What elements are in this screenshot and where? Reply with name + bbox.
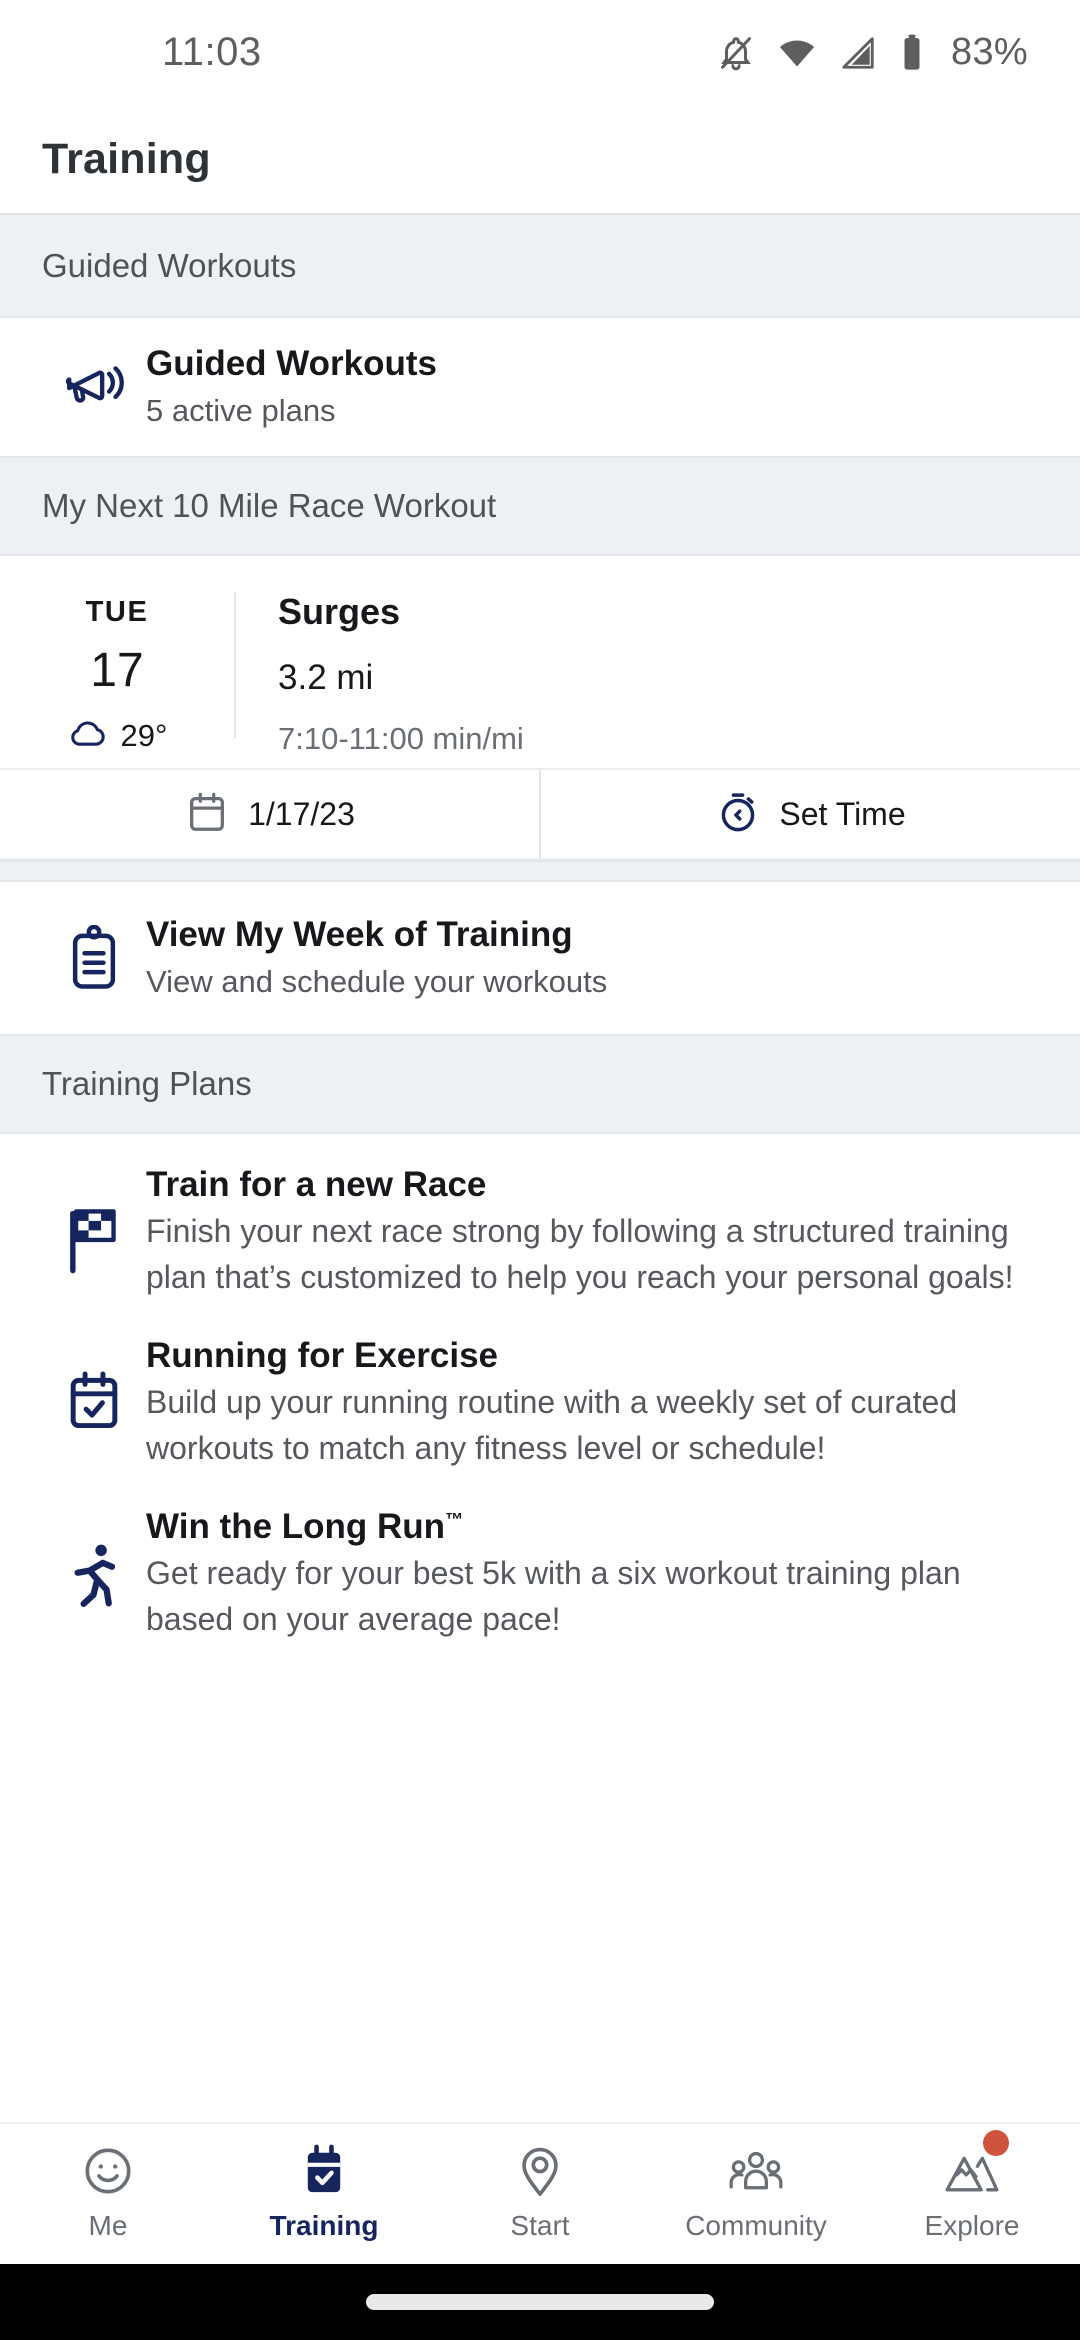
workout-date-column: TUE 17 29° [0,592,236,753]
smiley-face-icon [81,2146,135,2198]
section-header-guided-workouts: Guided Workouts [0,213,1080,318]
calendar-icon [184,789,230,840]
workout-pace-range: 7:10-11:00 min/mi [278,721,524,756]
workout-name: Surges [278,591,401,632]
view-week-subtitle: View and schedule your workouts [146,964,608,1000]
workout-day-number: 17 [90,644,144,697]
set-time-button[interactable]: Set Time [541,770,1080,858]
runner-icon [42,1506,146,1612]
workout-weather: 29° [67,717,168,754]
section-label: Training Plans [42,1065,252,1102]
battery-icon [899,33,925,73]
training-plan-title: Train for a new Race [146,1164,1038,1206]
next-workout-card[interactable]: TUE 17 29° Surges 3.2 mi 7:10-11:00 min/… [0,556,1080,768]
view-week-row[interactable]: View My Week of Training View and schedu… [0,882,1080,1034]
workout-info-column: Surges 3.2 mi 7:10-11:00 min/mi [236,591,524,755]
training-plan-item[interactable]: Win the Long Run™ Get ready for your bes… [0,1472,1080,1643]
nav-label-community: Community [685,2210,827,2241]
training-plan-text: Win the Long Run™ Get ready for your bes… [146,1506,1038,1643]
training-plan-title: Win the Long Run™ [146,1506,1038,1548]
checkered-flag-icon [42,1164,146,1276]
mountains-icon [943,2130,1009,2198]
training-plans-list: Train for a new Race Finish your next ra… [0,1134,1080,2122]
nav-label-me: Me [88,2210,128,2241]
cell-signal-icon [839,34,877,72]
training-plan-description: Get ready for your best 5k with a six wo… [146,1554,961,1637]
plan-title-text: Train for a new Race [146,1165,487,1204]
section-label: Guided Workouts [42,246,297,284]
nav-item-explore[interactable]: Explore [864,2130,1080,2242]
training-plan-description: Finish your next race strong by followin… [146,1213,1014,1296]
status-bar: 11:03 83% [0,0,1080,105]
page-title: Training [42,134,211,183]
nav-item-training[interactable]: Training [216,2144,432,2242]
megaphone-icon [42,356,146,418]
workout-action-bar: 1/17/23 Set Time [0,768,1080,860]
section-label: My Next 10 Mile Race Workout [42,487,497,524]
plan-title-text: Running for Exercise [146,1335,499,1375]
nav-label-explore: Explore [924,2210,1020,2241]
plan-title-text: Win the Long Run [146,1506,446,1546]
guided-workouts-row[interactable]: Guided Workouts 5 active plans [0,318,1080,456]
training-plan-title: Running for Exercise [146,1335,1038,1377]
plan-trademark: ™ [445,1508,464,1529]
clipboard-icon [42,925,146,991]
training-plan-description: Build up your running routine with a wee… [146,1383,958,1467]
workout-distance: 3.2 mi [278,658,374,697]
section-header-next-workout: My Next 10 Mile Race Workout [0,456,1080,556]
nav-item-community[interactable]: Community [648,2146,864,2242]
calendar-check-icon [42,1335,146,1431]
status-bar-clock: 11:03 [162,30,262,74]
home-indicator[interactable] [366,2294,714,2310]
page-header: Training [0,105,1080,213]
nav-item-start[interactable]: Start [432,2146,648,2242]
battery-percent-label: 83% [951,31,1028,73]
system-gesture-bar [0,2264,1080,2340]
status-bar-icons: 83% [717,31,1028,74]
nav-label-training: Training [269,2210,379,2241]
set-time-label: Set Time [779,795,906,832]
nav-item-me[interactable]: Me [0,2146,216,2242]
guided-workouts-subtitle: 5 active plans [146,393,336,429]
view-week-text: View My Week of Training View and schedu… [146,913,607,1002]
view-week-title: View My Week of Training [146,915,573,955]
guided-workouts-title: Guided Workouts [146,344,438,384]
bottom-navigation: Me Training Start Community Explore [0,2122,1080,2264]
calendar-check-filled-icon [299,2144,349,2198]
workout-day-of-week: TUE [85,596,149,628]
cloud-icon [67,717,109,754]
bell-off-icon [717,34,755,72]
training-plan-text: Train for a new Race Finish your next ra… [146,1164,1038,1301]
workout-date-button[interactable]: 1/17/23 [0,770,541,858]
app-screen: 11:03 83% Training Guided Workouts Guide… [0,0,1080,2340]
nav-label-start: Start [510,2210,570,2241]
explore-notification-badge [983,2130,1009,2156]
section-header-training-plans: Training Plans [0,1034,1080,1134]
workout-temperature: 29° [120,717,168,753]
location-pin-icon [515,2146,565,2198]
workout-date-label: 1/17/23 [248,795,355,832]
training-plan-text: Running for Exercise Build up your runni… [146,1335,1038,1472]
section-divider-strip [0,860,1080,882]
training-plan-item[interactable]: Running for Exercise Build up your runni… [0,1301,1080,1472]
guided-workouts-text: Guided Workouts 5 active plans [146,342,437,431]
stopwatch-icon [715,789,761,840]
wifi-icon [777,34,817,72]
training-plan-item[interactable]: Train for a new Race Finish your next ra… [0,1134,1080,1301]
people-group-icon [727,2146,785,2198]
